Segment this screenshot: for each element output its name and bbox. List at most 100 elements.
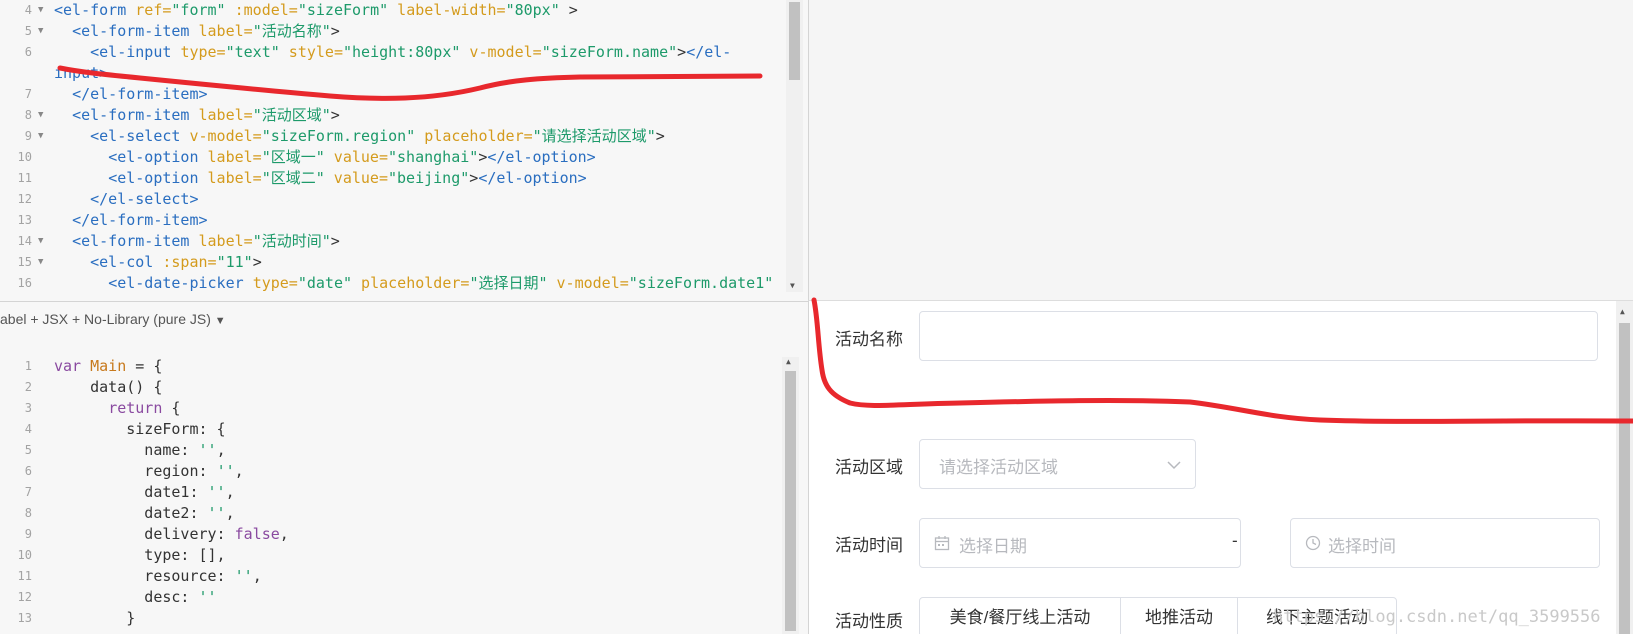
code-line[interactable]: 6 <el-input type="text" style="height:80… <box>0 42 785 63</box>
code-line[interactable]: 3 return { <box>0 398 785 419</box>
code-line[interactable]: 13 </el-form-item> <box>0 210 785 231</box>
fold-arrow-icon[interactable]: ▼ <box>38 231 43 252</box>
code-token: "请选择活动区域" <box>532 127 656 145</box>
css-editor-pane[interactable] <box>808 0 1633 300</box>
code-text: input> <box>54 63 108 84</box>
time-label: 活动时间 <box>835 536 903 555</box>
code-token: , <box>252 567 262 585</box>
js-editor-pane[interactable]: abel + JSX + No-Library (pure JS) ▼ 1 var… <box>0 302 808 634</box>
code-line[interactable]: 11 <el-option label="区域二" value="beijing… <box>0 168 785 189</box>
code-text: desc: '' <box>54 587 217 608</box>
code-line[interactable]: 13 } <box>0 608 785 629</box>
code-token: </el-form-item> <box>72 211 208 229</box>
code-token: region: <box>54 462 217 480</box>
preview-scrollbar[interactable]: ▲ <box>1616 301 1633 634</box>
code-token: '' <box>198 588 217 606</box>
code-token: "区域一" <box>261 148 325 166</box>
code-text: data() { <box>54 377 162 398</box>
code-token: v-model= <box>460 43 542 61</box>
code-line[interactable]: 15 ▼ <el-col :span="11"> <box>0 252 785 273</box>
code-token: name: <box>54 441 199 459</box>
code-line[interactable]: 9 delivery: false, <box>0 524 785 545</box>
scroll-up-arrow-icon[interactable]: ▲ <box>786 357 791 366</box>
html-editor-pane[interactable]: 4 ▼ <el-form ref="form" :model="sizeForm" … <box>0 0 808 302</box>
scroll-down-arrow-icon[interactable]: ▼ <box>790 281 795 290</box>
preview-scrollbar-thumb[interactable] <box>1619 323 1630 634</box>
code-token: <el-option <box>108 169 208 187</box>
fold-arrow-icon[interactable]: ▼ <box>38 0 43 21</box>
line-number: 4 <box>24 422 32 436</box>
code-line[interactable]: 1 var Main = { <box>0 356 785 377</box>
activity-name-input[interactable] <box>919 311 1598 361</box>
code-line[interactable]: 2 data() { <box>0 377 785 398</box>
code-token: placeholder= <box>415 127 533 145</box>
code-text: var Main = { <box>54 356 162 377</box>
nature-option-ground-promo[interactable]: 地推活动 <box>1120 597 1238 634</box>
code-line[interactable]: 16 <el-date-picker type="date" placehold… <box>0 273 785 294</box>
region-placeholder: 请选择活动区域 <box>939 458 1058 477</box>
js-editor-scrollbar[interactable]: ▲ <box>782 357 799 634</box>
code-text: return { <box>54 398 180 419</box>
line-number: 8 <box>24 506 32 520</box>
code-text: name: '', <box>54 440 225 461</box>
region-select[interactable]: 请选择活动区域 <box>919 439 1196 489</box>
code-line[interactable]: 10 type: [], <box>0 545 785 566</box>
code-text: <el-form-item label="活动区域"> <box>54 105 340 126</box>
line-number: 11 <box>17 569 32 583</box>
code-token: </el-form-item> <box>72 85 208 103</box>
js-preprocessor-selector[interactable]: abel + JSX + No-Library (pure JS) ▼ <box>0 311 226 327</box>
code-token: label= <box>207 148 262 166</box>
code-text: type: [], <box>54 545 225 566</box>
code-line[interactable]: 4 ▼ <el-form ref="form" :model="sizeForm" … <box>0 0 785 21</box>
code-line[interactable]: 9 ▼ <el-select v-model="sizeForm.region" … <box>0 126 785 147</box>
code-line[interactable]: 12 </el-select> <box>0 189 785 210</box>
code-text: date2: '', <box>54 503 234 524</box>
result-preview-pane[interactable]: 活动名称 活动区域 请选择活动区域 活动时间 选择日期 - 选择时间 活动性质 … <box>808 300 1633 634</box>
code-token: label= <box>207 169 262 187</box>
code-line[interactable]: 12 desc: '' <box>0 587 785 608</box>
code-token: > <box>330 22 340 40</box>
fold-arrow-icon[interactable]: ▼ <box>38 21 43 42</box>
code-token: <el-col <box>90 253 163 271</box>
fold-arrow-icon[interactable]: ▼ <box>38 105 43 126</box>
code-token: sizeForm: { <box>54 420 226 438</box>
nature-option-online-food[interactable]: 美食/餐厅线上活动 <box>919 597 1121 634</box>
code-line[interactable]: 8 date2: '', <box>0 503 785 524</box>
fold-arrow-icon[interactable]: ▼ <box>38 252 43 273</box>
code-token: <el-form-item <box>72 106 199 124</box>
code-line[interactable]: 8 ▼ <el-form-item label="活动区域"> <box>0 105 785 126</box>
code-text: region: '', <box>54 461 243 482</box>
scroll-up-arrow-icon[interactable]: ▲ <box>1620 307 1625 316</box>
code-line[interactable]: 5 ▼ <el-form-item label="活动名称"> <box>0 21 785 42</box>
code-token: '' <box>198 441 217 459</box>
code-line[interactable]: 6 region: '', <box>0 461 785 482</box>
line-number: 15 <box>17 255 32 269</box>
line-number: 9 <box>24 527 32 541</box>
code-line[interactable]: 11 resource: '', <box>0 566 785 587</box>
line-number: 11 <box>17 171 32 185</box>
code-line[interactable]: 10 <el-option label="区域一" value="shangha… <box>0 147 785 168</box>
time-picker-input[interactable]: 选择时间 <box>1290 518 1600 568</box>
date-picker-input[interactable]: 选择日期 <box>919 518 1241 568</box>
code-line[interactable]: input> <box>0 63 785 84</box>
html-editor-scrollbar-thumb[interactable] <box>789 2 800 80</box>
html-editor-scrollbar[interactable]: ▼ <box>786 0 803 292</box>
code-line[interactable]: 5 name: '', <box>0 440 785 461</box>
line-number: 6 <box>24 45 32 59</box>
html-code-area[interactable]: 4 ▼ <el-form ref="form" :model="sizeForm" … <box>0 0 785 294</box>
calendar-icon <box>934 536 950 551</box>
code-token: "sizeForm.name" <box>541 43 678 61</box>
code-line[interactable]: 4 sizeForm: { <box>0 419 785 440</box>
js-code-area[interactable]: 1 var Main = {2 data() {3 return {4 sizeF… <box>0 356 785 629</box>
code-line[interactable]: 7 </el-form-item> <box>0 84 785 105</box>
fold-arrow-icon[interactable]: ▼ <box>38 126 43 147</box>
code-line[interactable]: 14 ▼ <el-form-item label="活动时间"> <box>0 231 785 252</box>
code-token: "活动名称" <box>252 22 331 40</box>
line-number: 10 <box>17 548 32 562</box>
js-editor-scrollbar-thumb[interactable] <box>785 371 796 631</box>
code-line[interactable]: 7 date1: '', <box>0 482 785 503</box>
